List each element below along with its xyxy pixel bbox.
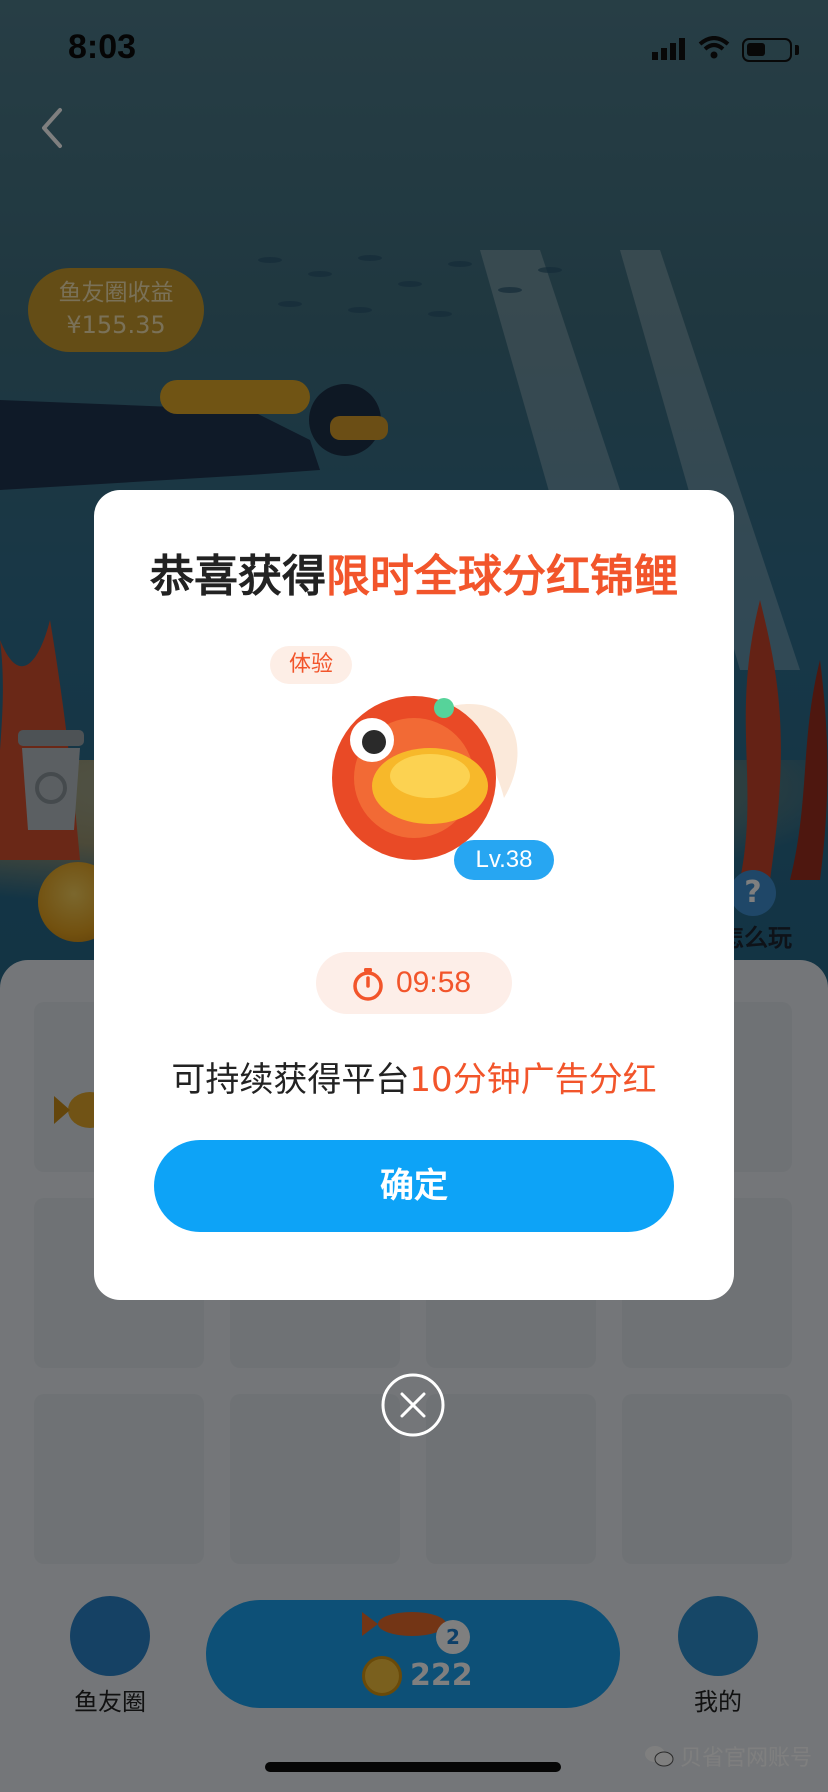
title-highlight: 限时全球分红锦鲤 — [326, 551, 678, 602]
reward-dialog: 恭喜获得限时全球分红锦鲤 体验 Lv.38 09:58 可持续获得平台10分钟广… — [94, 490, 734, 1300]
dialog-title: 恭喜获得限时全球分红锦鲤 — [94, 540, 734, 604]
desc-prefix: 可持续获得平台 — [171, 1060, 410, 1100]
countdown-timer: 09:58 — [316, 952, 512, 1014]
confirm-button[interactable]: 确定 — [154, 1140, 674, 1232]
close-icon[interactable] — [380, 1372, 446, 1438]
desc-highlight: 10分钟广告分红 — [409, 1060, 657, 1100]
timer-text: 09:58 — [396, 966, 472, 999]
title-prefix: 恭喜获得 — [150, 551, 326, 602]
koi-fish-icon — [332, 696, 518, 860]
reward-description: 可持续获得平台10分钟广告分红 — [94, 1052, 734, 1101]
stopwatch-icon — [353, 968, 383, 1001]
level-badge: Lv.38 — [454, 840, 554, 880]
